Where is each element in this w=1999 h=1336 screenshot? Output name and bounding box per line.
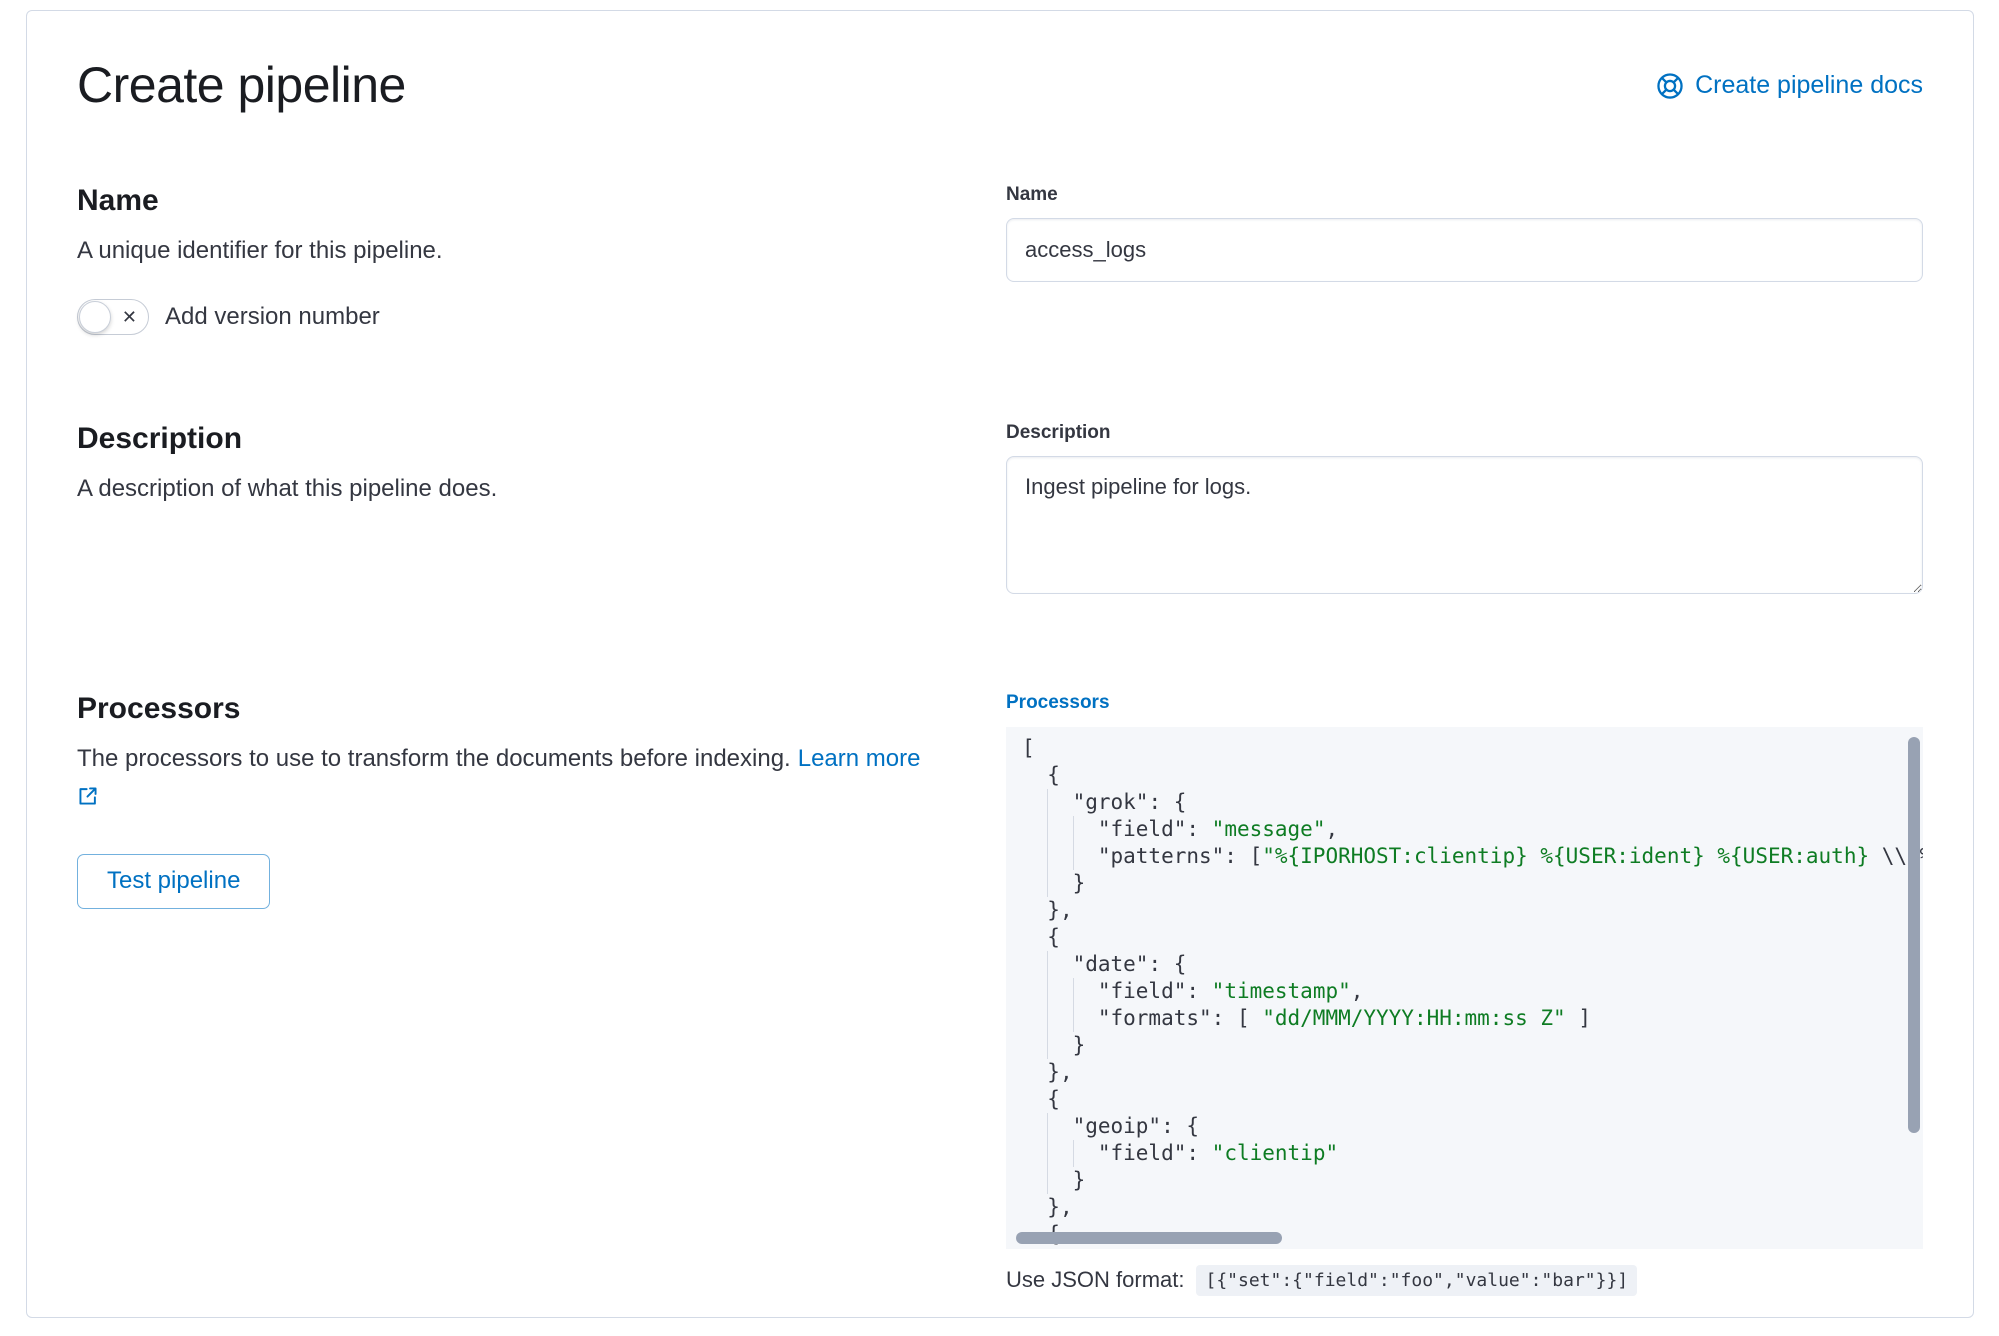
description-section-description: A description of what this pipeline does… [77, 471, 950, 507]
name-field-label: Name [1006, 183, 1923, 208]
processors-section-info: Processors The processors to use to tran… [77, 691, 1006, 909]
name-input[interactable] [1006, 218, 1923, 282]
processors-description-text: The processors to use to transform the d… [77, 745, 791, 772]
processors-section-heading: Processors [77, 691, 950, 727]
vertical-scrollbar-thumb[interactable] [1908, 737, 1920, 1133]
page-header: Create pipeline Create pipeline docs [77, 57, 1923, 115]
docs-link-label: Create pipeline docs [1695, 71, 1923, 100]
version-toggle-row: ✕ Add version number [77, 299, 950, 335]
name-section-info: Name A unique identifier for this pipeli… [77, 183, 1006, 335]
test-pipeline-button[interactable]: Test pipeline [77, 854, 270, 909]
processors-section-description: The processors to use to transform the d… [77, 741, 950, 777]
name-section-description: A unique identifier for this pipeline. [77, 233, 950, 269]
help-icon [1656, 72, 1684, 100]
processors-editor-lines: [ { "grok": { "field": "message", "patte… [1022, 735, 1923, 1248]
test-pipeline-button-wrap: Test pipeline [77, 812, 950, 909]
create-pipeline-page: { "header": { "title": "Create pipeline"… [0, 10, 1999, 1336]
json-format-hint: Use JSON format: [{"set":{"field":"foo",… [1006, 1265, 1923, 1296]
toggle-off-x-icon: ✕ [122, 308, 137, 326]
description-section-heading: Description [77, 421, 950, 457]
page-title: Create pipeline [77, 57, 406, 115]
processors-field-group: Processors [ { "grok": { "field": "messa… [1006, 691, 1923, 1296]
learn-more-link[interactable]: Learn more [798, 745, 921, 772]
create-pipeline-docs-link[interactable]: Create pipeline docs [1656, 71, 1923, 100]
description-form-row: Description A description of what this p… [77, 421, 1923, 600]
processors-code-editor[interactable]: [ { "grok": { "field": "message", "patte… [1006, 727, 1923, 1249]
learn-more-external-link[interactable] [77, 785, 99, 807]
horizontal-scrollbar-thumb[interactable] [1016, 1232, 1282, 1244]
name-section-heading: Name [77, 183, 950, 219]
description-section-info: Description A description of what this p… [77, 421, 1006, 507]
version-toggle[interactable]: ✕ [77, 299, 149, 335]
create-pipeline-panel: Create pipeline Create pipeline docs Nam… [26, 10, 1974, 1318]
processors-form-row: Processors The processors to use to tran… [77, 691, 1923, 1296]
version-toggle-label[interactable]: Add version number [165, 303, 380, 331]
toggle-knob [79, 301, 111, 333]
json-format-hint-label: Use JSON format: [1006, 1267, 1184, 1293]
external-link-icon [77, 785, 99, 807]
processors-field-label: Processors [1006, 691, 1923, 716]
name-form-row: Name A unique identifier for this pipeli… [77, 183, 1923, 335]
description-field-group: Description Ingest pipeline for logs. [1006, 421, 1923, 600]
description-field-label: Description [1006, 421, 1923, 446]
name-field-group: Name [1006, 183, 1923, 283]
json-format-example: [{"set":{"field":"foo","value":"bar"}}] [1196, 1265, 1637, 1296]
description-textarea[interactable]: Ingest pipeline for logs. [1006, 456, 1923, 594]
